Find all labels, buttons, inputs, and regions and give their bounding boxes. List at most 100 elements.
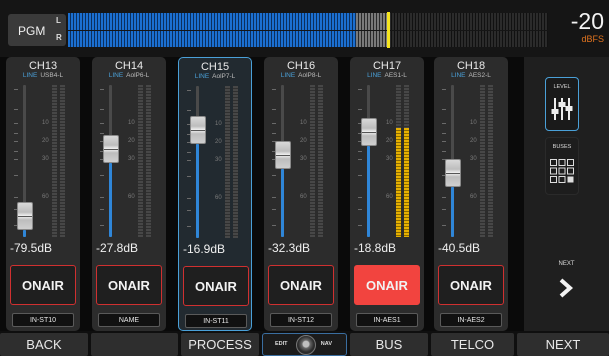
fader-knob[interactable]	[445, 159, 461, 187]
input-route-button[interactable]: IN-ST12	[270, 313, 332, 327]
input-route-button[interactable]: NAME	[98, 313, 160, 327]
input-route-button[interactable]: IN-AES2	[440, 313, 502, 327]
channel-strip[interactable]: CH14 LINE AolP6-L 10 20 30 60 -27.8dB ONAIR …	[92, 57, 166, 331]
rotary-dial-icon[interactable]	[296, 335, 316, 355]
channel-meter-right	[404, 85, 409, 237]
fader-scale-tick	[14, 133, 18, 134]
pgm-right-peak-marker	[387, 30, 390, 48]
channel-source: LINE AolP6-L	[92, 72, 166, 79]
channel-name: CH14	[114, 60, 144, 72]
fader-level-fill	[281, 169, 284, 237]
channel-source-name: USB4-L	[40, 72, 64, 79]
channel-source: LINE AES1-L	[350, 72, 424, 79]
empty-nav-button[interactable]	[91, 333, 178, 356]
nav-label: NAV	[320, 341, 332, 347]
buses-view-label: BUSES	[552, 144, 572, 150]
channel-meter-left	[310, 85, 315, 237]
fader-level-fill	[23, 230, 26, 237]
fader-scale-label: 20	[215, 139, 222, 145]
fader[interactable]: 10 20 30 60	[442, 85, 500, 237]
pgm-level-value: -20	[570, 8, 604, 34]
channel-source-name: AES2-L	[468, 72, 491, 79]
fader-db-readout: -18.8dB	[354, 241, 397, 255]
fader-scale-tick	[442, 151, 446, 152]
fader-db-readout: -27.8dB	[96, 241, 139, 255]
channel-strip[interactable]: CH13 LINE USB4-L 10 20 30 60 -79.5dB ONAIR I…	[6, 57, 80, 331]
pgm-level-unit: dBFS	[581, 34, 604, 44]
onair-button[interactable]: ONAIR	[268, 265, 334, 305]
input-route-button[interactable]: IN-AES1	[356, 313, 418, 327]
pgm-meter-strip: PGM L R -20 dBFS	[0, 0, 609, 57]
channel-strip[interactable]: CH15 LINE AolP7-L 10 20 30 60 -16.9dB ONAIR …	[178, 57, 252, 331]
level-view-button[interactable]: LEVEL	[545, 77, 579, 131]
channel-strip[interactable]: CH18 LINE AES2-L 10 20 30 60 -40.5dB ONAIR I…	[434, 57, 508, 331]
fader-scale-label: 20	[470, 138, 477, 144]
channel-meter-right	[60, 85, 65, 237]
fader-scale-label: 10	[42, 120, 49, 126]
fader-scale-tick	[100, 175, 104, 176]
channel-source: LINE USB4-L	[6, 72, 80, 79]
fader-knob[interactable]	[17, 202, 33, 230]
onair-button[interactable]: ONAIR	[96, 265, 162, 305]
channel-meter-left	[225, 86, 230, 238]
fader-scale-label: 10	[386, 120, 393, 126]
channel-source-name: AolP6-L	[126, 72, 150, 79]
buses-view-button[interactable]: BUSES	[545, 137, 579, 195]
input-route-button[interactable]: IN-ST11	[185, 314, 247, 328]
fader-scale-label: 10	[128, 120, 135, 126]
fader-scale-tick	[187, 160, 191, 161]
channel-source: LINE AolP7-L	[179, 73, 251, 80]
fader-knob[interactable]	[275, 141, 291, 169]
input-route-button[interactable]: IN-ST10	[12, 313, 74, 327]
fader-scale-tick	[100, 197, 104, 198]
fader-db-readout: -79.5dB	[10, 241, 53, 255]
fader-scale-label: 60	[386, 194, 393, 200]
next-button[interactable]: NEXT	[517, 333, 609, 356]
edit-nav-dial-control[interactable]: EDIT NAV	[262, 333, 347, 356]
fader[interactable]: 10 20 30 60	[14, 85, 72, 237]
telco-button[interactable]: TELCO	[431, 333, 514, 356]
fader-scale-tick	[442, 141, 446, 142]
onair-button[interactable]: ONAIR	[354, 265, 420, 305]
pgm-label: PGM	[18, 24, 46, 38]
process-button[interactable]: PROCESS	[181, 333, 259, 356]
fader-scale-tick	[14, 109, 18, 110]
back-button[interactable]: BACK	[0, 333, 88, 356]
fader[interactable]: 10 20 30 60	[100, 85, 158, 237]
fader[interactable]: 10 20 30 60	[187, 86, 245, 238]
onair-button[interactable]: ONAIR	[438, 265, 504, 305]
fader-scale-tick	[358, 225, 362, 226]
fader-scale-tick	[272, 89, 276, 90]
channel-source-name: AolP8-L	[298, 72, 322, 79]
fader-db-readout: -16.9dB	[183, 242, 226, 256]
onair-button[interactable]: ONAIR	[10, 265, 76, 305]
bus-button[interactable]: BUS	[350, 333, 428, 356]
fader-knob[interactable]	[103, 135, 119, 163]
fader-level-fill	[451, 187, 454, 237]
fader-knob[interactable]	[190, 116, 206, 144]
fader-level-fill	[109, 163, 112, 237]
onair-button[interactable]: ONAIR	[183, 266, 249, 306]
channel-source: LINE AES2-L	[434, 72, 508, 79]
channel-name: CH16	[286, 60, 316, 72]
fader-scale-tick	[187, 226, 191, 227]
pgm-label-box: PGM L R	[8, 14, 66, 46]
channel-strip[interactable]: CH17 LINE AES1-L 10 20 30 60 -18.8dB ONAIR I…	[350, 57, 424, 331]
next-page-label: NEXT	[558, 261, 575, 267]
channel-name: CH18	[456, 60, 486, 72]
channel-strip[interactable]: CH16 LINE AolP8-L 10 20 30 60 -32.3dB ONAIR …	[264, 57, 338, 331]
chevron-right-icon[interactable]	[558, 277, 574, 299]
channel-meter-left	[52, 85, 57, 237]
channel-source-type: LINE	[22, 72, 38, 79]
fader-scale-label: 30	[215, 157, 222, 163]
fader-scale-tick	[358, 197, 362, 198]
fader[interactable]: 10 20 30 60	[358, 85, 416, 237]
fader-knob[interactable]	[361, 118, 377, 146]
channel-source-type: LINE	[451, 72, 466, 79]
channel-name: CH15	[200, 61, 230, 73]
pgm-left-label: L	[56, 16, 61, 25]
fader-scale-tick	[14, 175, 18, 176]
pgm-left-peak-marker	[387, 12, 390, 31]
fader-scale-tick	[14, 89, 18, 90]
fader[interactable]: 10 20 30 60	[272, 85, 330, 237]
